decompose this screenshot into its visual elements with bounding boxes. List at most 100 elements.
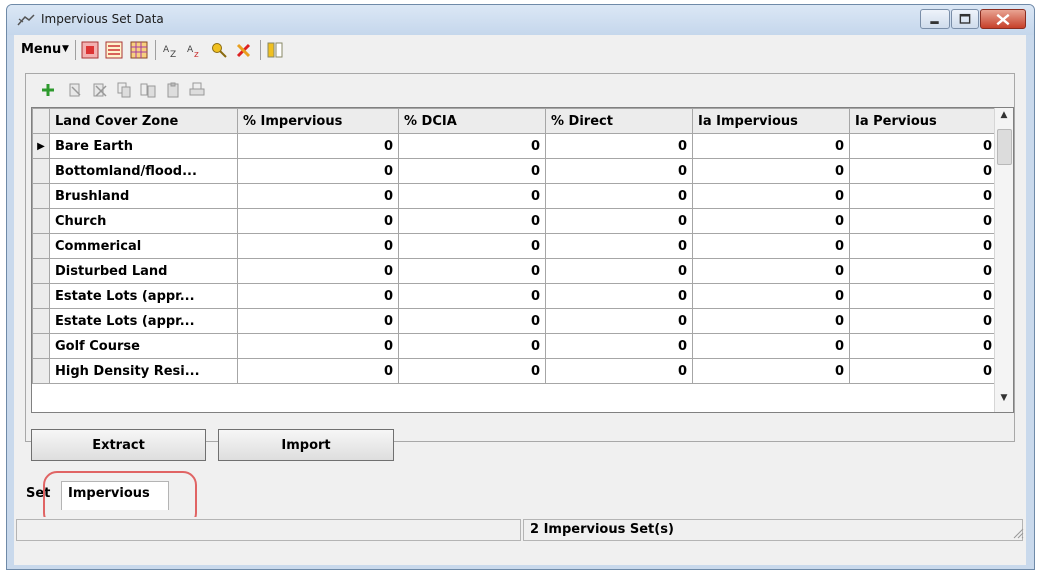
cell-value[interactable]: 0 — [237, 258, 399, 284]
cell-value[interactable]: 0 — [545, 258, 693, 284]
row-indicator[interactable] — [32, 308, 50, 334]
cell-value[interactable]: 0 — [849, 308, 998, 334]
cell-value[interactable]: 0 — [545, 283, 693, 309]
cell-land-cover-zone[interactable]: High Density Resi... — [49, 358, 238, 384]
grid-red-icon[interactable] — [81, 41, 99, 59]
cell-value[interactable]: 0 — [849, 283, 998, 309]
cell-value[interactable]: 0 — [398, 233, 546, 259]
cell-value[interactable]: 0 — [545, 133, 693, 159]
cell-value[interactable]: 0 — [692, 233, 850, 259]
cell-value[interactable]: 0 — [398, 158, 546, 184]
row-indicator[interactable] — [32, 208, 50, 234]
scroll-thumb[interactable] — [997, 129, 1012, 165]
list-view-icon[interactable] — [105, 41, 123, 59]
print-icon[interactable] — [189, 82, 205, 98]
copy-columns-icon[interactable] — [140, 82, 156, 98]
column-header[interactable]: Ia Pervious — [849, 108, 998, 134]
copy-icon[interactable] — [116, 82, 132, 98]
cell-value[interactable]: 0 — [545, 308, 693, 334]
row-indicator[interactable]: ▶ — [32, 133, 50, 159]
cell-value[interactable]: 0 — [237, 233, 399, 259]
cell-value[interactable]: 0 — [849, 358, 998, 384]
table-row[interactable]: Brushland 0 0 0 0 0 — [32, 183, 998, 209]
menu-dropdown[interactable]: Menu — [21, 42, 61, 57]
paste-icon[interactable] — [165, 82, 181, 98]
table-row[interactable]: Disturbed Land 0 0 0 0 0 — [32, 258, 998, 284]
cell-value[interactable]: 0 — [545, 183, 693, 209]
table-row[interactable]: Golf Course 0 0 0 0 0 — [32, 333, 998, 359]
row-indicator[interactable] — [32, 158, 50, 184]
cell-value[interactable]: 0 — [692, 333, 850, 359]
cell-value[interactable]: 0 — [545, 233, 693, 259]
cell-value[interactable]: 0 — [849, 258, 998, 284]
row-indicator[interactable] — [32, 233, 50, 259]
row-indicator[interactable] — [32, 358, 50, 384]
cell-value[interactable]: 0 — [237, 283, 399, 309]
table-row[interactable]: High Density Resi... 0 0 0 0 0 — [32, 358, 998, 384]
cell-land-cover-zone[interactable]: Disturbed Land — [49, 258, 238, 284]
table-row[interactable]: Estate Lots (appr... 0 0 0 0 0 — [32, 283, 998, 309]
table-row[interactable]: ▶ Bare Earth 0 0 0 0 0 — [32, 133, 998, 159]
cell-value[interactable]: 0 — [398, 358, 546, 384]
columns-icon[interactable] — [266, 41, 284, 59]
column-header[interactable]: % Direct — [545, 108, 693, 134]
cell-value[interactable]: 0 — [398, 333, 546, 359]
row-indicator[interactable] — [32, 333, 50, 359]
cell-land-cover-zone[interactable]: Bare Earth — [49, 133, 238, 159]
cell-land-cover-zone[interactable]: Commerical — [49, 233, 238, 259]
scroll-down-icon[interactable]: ▼ — [995, 393, 1013, 410]
cell-value[interactable]: 0 — [849, 208, 998, 234]
cell-value[interactable]: 0 — [692, 183, 850, 209]
cell-value[interactable]: 0 — [545, 158, 693, 184]
resize-grip-icon[interactable] — [1010, 525, 1024, 539]
cell-value[interactable]: 0 — [849, 233, 998, 259]
cell-value[interactable]: 0 — [398, 258, 546, 284]
delete-row-icon[interactable] — [67, 82, 83, 98]
scroll-up-icon[interactable]: ▲ — [995, 110, 1013, 127]
cell-value[interactable]: 0 — [398, 283, 546, 309]
table-row[interactable]: Estate Lots (appr... 0 0 0 0 0 — [32, 308, 998, 334]
sort-az-icon[interactable]: A Z — [162, 41, 180, 59]
table-row[interactable]: Bottomland/flood... 0 0 0 0 0 — [32, 158, 998, 184]
cell-value[interactable]: 0 — [237, 133, 399, 159]
row-indicator[interactable] — [32, 183, 50, 209]
minimize-button[interactable] — [920, 9, 950, 29]
table-row[interactable]: Church 0 0 0 0 0 — [32, 208, 998, 234]
table-view-icon[interactable] — [130, 41, 148, 59]
column-header[interactable]: % DCIA — [398, 108, 546, 134]
cell-value[interactable]: 0 — [398, 308, 546, 334]
cell-value[interactable]: 0 — [237, 208, 399, 234]
close-button[interactable] — [980, 9, 1026, 29]
cell-value[interactable]: 0 — [692, 308, 850, 334]
cell-value[interactable]: 0 — [237, 358, 399, 384]
row-indicator[interactable] — [32, 283, 50, 309]
column-header[interactable]: Land Cover Zone — [49, 108, 238, 134]
import-button[interactable]: Import — [218, 429, 394, 461]
cell-value[interactable]: 0 — [237, 158, 399, 184]
cell-value[interactable]: 0 — [237, 308, 399, 334]
cell-land-cover-zone[interactable]: Bottomland/flood... — [49, 158, 238, 184]
cell-value[interactable]: 0 — [692, 358, 850, 384]
cell-value[interactable]: 0 — [692, 208, 850, 234]
table-row[interactable]: Commerical 0 0 0 0 0 — [32, 233, 998, 259]
cell-value[interactable]: 0 — [398, 133, 546, 159]
maximize-button[interactable] — [951, 9, 979, 29]
cell-value[interactable]: 0 — [692, 258, 850, 284]
cell-value[interactable]: 0 — [849, 333, 998, 359]
cell-land-cover-zone[interactable]: Golf Course — [49, 333, 238, 359]
cell-value[interactable]: 0 — [545, 333, 693, 359]
cell-value[interactable]: 0 — [545, 358, 693, 384]
row-indicator[interactable] — [32, 258, 50, 284]
cell-value[interactable]: 0 — [545, 208, 693, 234]
cell-value[interactable]: 0 — [692, 133, 850, 159]
cell-value[interactable]: 0 — [849, 183, 998, 209]
cell-value[interactable]: 0 — [237, 333, 399, 359]
cell-land-cover-zone[interactable]: Estate Lots (appr... — [49, 308, 238, 334]
delete-all-icon[interactable] — [92, 82, 108, 98]
title-bar[interactable]: Impervious Set Data — [7, 5, 1034, 35]
cell-value[interactable]: 0 — [692, 158, 850, 184]
add-row-icon[interactable] — [40, 82, 56, 98]
cell-value[interactable]: 0 — [237, 183, 399, 209]
cell-land-cover-zone[interactable]: Brushland — [49, 183, 238, 209]
cell-land-cover-zone[interactable]: Church — [49, 208, 238, 234]
